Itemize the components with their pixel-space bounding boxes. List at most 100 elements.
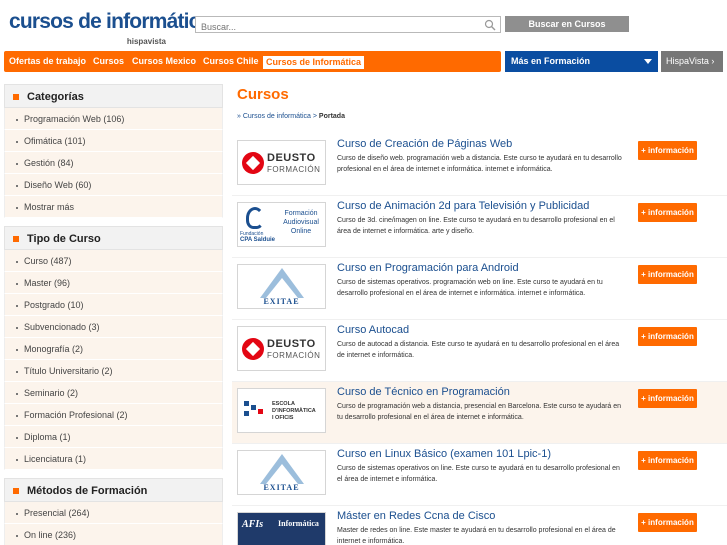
bullet-icon xyxy=(16,459,18,461)
square-bullet-icon xyxy=(13,488,19,494)
nav-cursos[interactable]: Cursos xyxy=(93,51,124,72)
course-title[interactable]: Curso Autocad xyxy=(337,324,409,336)
square-bullet-icon xyxy=(13,94,19,100)
course-description: Curso de 3d. cine/imagen on line. Este c… xyxy=(337,217,615,235)
sidebar-item[interactable]: Programación Web (106) xyxy=(4,108,223,130)
course-item: DEUSTO FORMACIÓN Curso de Creación de Pá… xyxy=(232,134,727,196)
mas-en-formacion-dropdown[interactable]: Más en Formación xyxy=(505,51,658,72)
breadcrumb-link[interactable]: » Cursos de informática xyxy=(237,113,311,120)
chevron-down-icon xyxy=(644,59,652,64)
sidebar-item-label: Título Universitario (2) xyxy=(24,366,113,376)
sidebar-item[interactable]: Seminario (2) xyxy=(4,382,223,404)
sidebar-item-label: Monografía (2) xyxy=(24,344,84,354)
exitae-logo[interactable]: EXITAE xyxy=(237,450,326,495)
sidebar-item[interactable]: Diploma (1) xyxy=(4,426,223,448)
nav-cursos-mexico[interactable]: Cursos Mexico xyxy=(132,51,196,72)
site-logo[interactable]: cursos de informática hispavista xyxy=(4,4,211,46)
deusto-formacion-logo[interactable]: DEUSTO FORMACIÓN xyxy=(237,326,326,371)
sidebar-item[interactable]: Ofimática (101) xyxy=(4,130,223,152)
course-description: Curso de sistemas operativos on line. Es… xyxy=(337,465,620,483)
more-info-button[interactable]: + información xyxy=(638,203,697,222)
deusto-emblem-icon xyxy=(242,338,264,360)
more-info-button[interactable]: + información xyxy=(638,513,697,532)
logo-line: FORMACIÓN xyxy=(267,165,321,174)
course-item: DEUSTO FORMACIÓN Curso Autocad Curso de … xyxy=(232,320,727,382)
course-title[interactable]: Máster en Redes Ccna de Cisco xyxy=(337,510,495,522)
breadcrumb: » Cursos de informática > Portada xyxy=(237,113,345,120)
sidebar-item-label: Ofimática (101) xyxy=(24,136,86,146)
logo-text-block: ESCOLA D'INFORMÀTICA I OFICIS xyxy=(272,401,316,422)
sidebar-item[interactable]: Título Universitario (2) xyxy=(4,360,223,382)
bullet-icon xyxy=(16,327,18,329)
sidebar-item-label: Mostrar más xyxy=(24,202,75,212)
sidebar-show-more[interactable]: Mostrar más xyxy=(4,196,223,218)
logo-text: cursos de informática xyxy=(9,10,211,33)
sidebar-item-label: Gestión (84) xyxy=(24,158,74,168)
emblem-square xyxy=(244,411,249,416)
exitae-logo[interactable]: EXITAE xyxy=(237,264,326,309)
course-description: Curso de diseño web. programación web a … xyxy=(337,155,622,173)
sidebar-title-metodos-de-formacion: Métodos de Formación xyxy=(4,478,223,502)
sidebar-title-categorias: Categorías xyxy=(4,84,223,108)
sidebar-item[interactable]: On line (236) xyxy=(4,524,223,545)
logo-line: D'INFORMÀTICA xyxy=(272,408,316,414)
course-title[interactable]: Curso de Creación de Páginas Web xyxy=(337,138,512,150)
nav-ofertas-de-trabajo[interactable]: Ofertas de trabajo xyxy=(9,51,86,72)
escola-informatica-logo[interactable]: ESCOLA D'INFORMÀTICA I OFICIS xyxy=(237,388,326,433)
cpa-emblem-icon xyxy=(246,207,264,229)
bullet-icon xyxy=(16,349,18,351)
sidebar-item[interactable]: Licenciatura (1) xyxy=(4,448,223,470)
more-info-button[interactable]: + información xyxy=(638,265,697,284)
sidebar-gap xyxy=(4,470,223,478)
bullet-icon xyxy=(16,437,18,439)
more-info-button[interactable]: + información xyxy=(638,389,697,408)
sidebar-gap xyxy=(4,218,223,226)
search-button[interactable]: Buscar en Cursos xyxy=(505,16,629,32)
sidebar-item[interactable]: Subvencionado (3) xyxy=(4,316,223,338)
course-description: Curso de programación web a distancia, p… xyxy=(337,403,622,421)
exitae-emblem-inner xyxy=(266,464,298,484)
sidebar-item[interactable]: Master (96) xyxy=(4,272,223,294)
course-item: AFIs Informática Máster en Redes Ccna de… xyxy=(232,506,727,545)
sidebar-item-label: Diploma (1) xyxy=(24,432,71,442)
course-title[interactable]: Curso en Programación para Android xyxy=(337,262,519,274)
more-info-button[interactable]: + información xyxy=(638,327,697,346)
sidebar-item[interactable]: Presencial (264) xyxy=(4,502,223,524)
course-item: EXITAE Curso en Linux Básico (examen 101… xyxy=(232,444,727,506)
search-box xyxy=(195,16,501,35)
sidebar-title-label: Categorías xyxy=(27,91,84,103)
afi-informatica-logo[interactable]: AFIs Informática xyxy=(237,512,326,545)
course-item: Fundación CPA Salduie Formación Audiovis… xyxy=(232,196,727,258)
course-title[interactable]: Curso de Técnico en Programación xyxy=(337,386,510,398)
deusto-formacion-logo[interactable]: DEUSTO FORMACIÓN xyxy=(237,140,326,185)
course-list: DEUSTO FORMACIÓN Curso de Creación de Pá… xyxy=(232,134,727,545)
search-icon[interactable] xyxy=(484,19,496,31)
exitae-emblem-inner xyxy=(266,278,298,298)
more-info-button[interactable]: + información xyxy=(638,451,697,470)
more-info-button[interactable]: + información xyxy=(638,141,697,160)
sidebar-title-label: Tipo de Curso xyxy=(27,233,101,245)
logo-line: EXITAE xyxy=(263,297,300,306)
logo-line: DEUSTO xyxy=(267,338,316,350)
sidebar-item[interactable]: Curso (487) xyxy=(4,250,223,272)
course-title[interactable]: Curso de Animación 2d para Televisión y … xyxy=(337,200,589,212)
search-input[interactable] xyxy=(196,19,476,35)
hispavista-link[interactable]: HispaVista › xyxy=(661,51,723,72)
cpa-salduie-logo[interactable]: Fundación CPA Salduie Formación Audiovis… xyxy=(237,202,326,247)
bullet-icon xyxy=(16,207,18,209)
bullet-icon xyxy=(16,393,18,395)
bullet-icon xyxy=(16,163,18,165)
sidebar-item[interactable]: Postgrado (10) xyxy=(4,294,223,316)
bullet-icon xyxy=(16,305,18,307)
course-title[interactable]: Curso en Linux Básico (examen 101 Lpic-1… xyxy=(337,448,551,460)
sidebar-item[interactable]: Monografía (2) xyxy=(4,338,223,360)
nav-cursos-de-informatica[interactable]: Cursos de Informática xyxy=(263,56,365,69)
sidebar-item[interactable]: Gestión (84) xyxy=(4,152,223,174)
logo-line: DEUSTO xyxy=(267,152,316,164)
sidebar-item[interactable]: Diseño Web (60) xyxy=(4,174,223,196)
sidebar-item[interactable]: Formación Profesional (2) xyxy=(4,404,223,426)
nav-cursos-chile[interactable]: Cursos Chile xyxy=(203,51,259,72)
bullet-icon xyxy=(16,283,18,285)
escola-emblem-icon xyxy=(244,401,268,421)
bullet-icon xyxy=(16,185,18,187)
